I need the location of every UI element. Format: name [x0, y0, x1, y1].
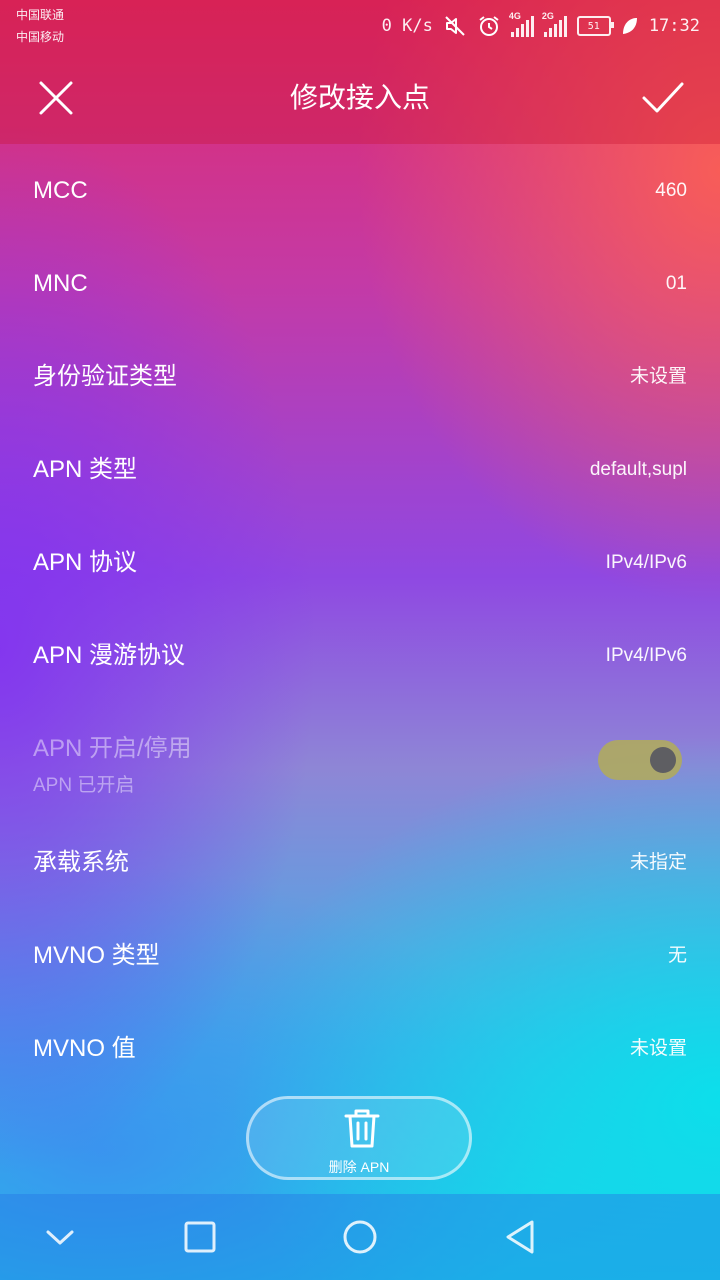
nav-home-button[interactable]	[338, 1215, 382, 1259]
nav-recents-button[interactable]	[178, 1215, 222, 1259]
setting-value: default,supl	[589, 459, 687, 480]
setting-value: 无	[667, 945, 687, 966]
setting-row-bearer[interactable]: 承载系统 未指定	[0, 816, 720, 909]
nav-hide-button[interactable]	[38, 1215, 82, 1259]
leaf-icon	[621, 16, 639, 36]
setting-row-mvno-value[interactable]: MVNO 值 未设置	[0, 1002, 720, 1095]
app-bar: 修改接入点	[0, 52, 720, 144]
apn-settings-list: MCC 460 MNC 01 身份验证类型 未设置 APN 类型 default…	[0, 144, 720, 1095]
signal-icon-sim2: 2G	[542, 11, 567, 37]
setting-value: 460	[655, 180, 687, 201]
setting-label: 身份验证类型	[33, 363, 177, 390]
delete-apn-button[interactable]: 删除 APN	[246, 1096, 472, 1180]
close-icon	[39, 81, 73, 115]
setting-row-apn-type[interactable]: APN 类型 default,supl	[0, 423, 720, 516]
setting-label: MCC	[33, 177, 88, 204]
setting-label: MVNO 类型	[33, 942, 160, 969]
apn-enable-switch[interactable]	[598, 740, 682, 780]
page-title: 修改接入点	[289, 82, 430, 113]
setting-value: IPv4/IPv6	[605, 645, 687, 666]
confirm-button[interactable]	[640, 78, 686, 118]
alarm-icon	[477, 14, 501, 38]
chevron-down-icon	[46, 1230, 74, 1245]
setting-label: APN 开启/停用	[33, 735, 192, 762]
setting-label: MVNO 值	[33, 1035, 136, 1062]
switch-knob	[650, 747, 676, 773]
setting-row-apn-enable[interactable]: APN 开启/停用 APN 已开启	[0, 702, 720, 816]
setting-value: 未设置	[629, 366, 687, 387]
setting-row-mnc[interactable]: MNC 01	[0, 237, 720, 330]
status-bar: 中国联通 中国移动 0 K/s 4G 2G 51 17:32	[0, 0, 720, 52]
setting-label: MNC	[33, 270, 88, 297]
mute-icon	[443, 14, 467, 38]
setting-row-mcc[interactable]: MCC 460	[0, 144, 720, 237]
clock: 17:32	[648, 16, 700, 36]
battery-level: 51	[587, 20, 600, 32]
circle-icon	[343, 1220, 377, 1254]
setting-label: 承载系统	[33, 849, 129, 876]
setting-summary: APN 已开启	[33, 775, 135, 796]
nav-back-button[interactable]	[498, 1215, 542, 1259]
delete-apn-label: 删除 APN	[328, 1159, 390, 1175]
check-icon	[642, 82, 684, 113]
close-button[interactable]	[36, 78, 76, 118]
setting-row-apn-roaming-protocol[interactable]: APN 漫游协议 IPv4/IPv6	[0, 609, 720, 702]
setting-label: APN 协议	[33, 549, 138, 576]
setting-row-apn-protocol[interactable]: APN 协议 IPv4/IPv6	[0, 516, 720, 609]
navigation-bar	[0, 1194, 720, 1280]
setting-value: 01	[665, 273, 687, 294]
battery-icon: 51	[576, 16, 614, 36]
carrier-1: 中国联通	[16, 8, 65, 22]
setting-label: APN 漫游协议	[33, 642, 186, 669]
square-icon	[184, 1221, 216, 1253]
setting-value: 未指定	[629, 852, 687, 873]
setting-label: APN 类型	[33, 456, 138, 483]
triangle-back-icon	[506, 1220, 534, 1254]
setting-row-mvno-type[interactable]: MVNO 类型 无	[0, 909, 720, 1002]
signal-icon-sim1: 4G	[509, 11, 534, 37]
setting-value: 未设置	[629, 1038, 687, 1059]
setting-value: IPv4/IPv6	[605, 552, 687, 573]
trash-icon	[344, 1109, 380, 1148]
status-icons: 0 K/s 4G 2G 51 17:32	[381, 11, 700, 40]
net-speed: 0 K/s	[381, 16, 433, 36]
setting-row-auth-type[interactable]: 身份验证类型 未设置	[0, 330, 720, 423]
carrier-2: 中国移动	[16, 30, 65, 44]
